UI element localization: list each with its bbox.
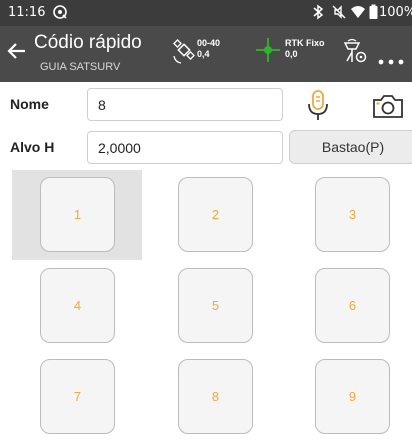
more-options-icon[interactable]: [378, 52, 406, 70]
gps-crosshair-icon[interactable]: [254, 36, 282, 69]
bluetooth-icon: [312, 4, 324, 23]
name-input[interactable]: [87, 88, 283, 121]
microphone-icon[interactable]: [306, 89, 330, 128]
keypad-cell-7[interactable]: 7: [12, 352, 142, 442]
wifi-icon: [350, 4, 366, 23]
location-icon: [52, 4, 68, 23]
status-bar: 11:16 100%: [0, 0, 412, 26]
code-key-1[interactable]: 1: [40, 177, 115, 252]
app-bar: Códio rápido GUIA SATSURV 00-40 0,4 RTK …: [0, 26, 412, 82]
code-key-7[interactable]: 7: [40, 359, 115, 434]
keypad-cell-1[interactable]: 1: [12, 170, 142, 260]
keypad-cell-2[interactable]: 2: [150, 170, 280, 260]
code-key-9[interactable]: 9: [315, 359, 390, 434]
keypad-cell-8[interactable]: 8: [150, 352, 280, 442]
battery-icon: [369, 4, 378, 23]
pole-type-button[interactable]: Bastao(P): [289, 130, 412, 164]
rtk-status-label: RTK Fixo: [285, 38, 325, 48]
name-label: Nome: [10, 96, 49, 112]
code-key-2[interactable]: 2: [178, 177, 253, 252]
keypad-cell-6[interactable]: 6: [287, 261, 412, 351]
back-arrow-icon[interactable]: [6, 40, 28, 62]
satellite-count: 00-40 0,4: [197, 38, 220, 60]
rtk-status-value: 0,0: [285, 49, 298, 59]
target-height-input[interactable]: [87, 131, 283, 164]
page-subtitle: GUIA SATSURV: [40, 61, 121, 73]
status-time: 11:16: [8, 5, 46, 20]
code-key-3[interactable]: 3: [315, 177, 390, 252]
code-key-4[interactable]: 4: [40, 268, 115, 343]
satellite-count-bottom: 0,4: [197, 49, 210, 59]
keypad-cell-9[interactable]: 9: [287, 352, 412, 442]
mute-icon: [331, 4, 347, 23]
keypad-cell-4[interactable]: 4: [12, 261, 142, 351]
battery-level: 100%: [379, 5, 412, 20]
keypad-cell-3[interactable]: 3: [287, 170, 412, 260]
target-height-label: Alvo H: [10, 139, 55, 155]
code-key-6[interactable]: 6: [315, 268, 390, 343]
code-key-5[interactable]: 5: [178, 268, 253, 343]
satellite-icon[interactable]: [172, 39, 196, 70]
rtk-status: RTK Fixo 0,0: [285, 38, 325, 60]
satellite-count-top: 00-40: [197, 38, 221, 48]
keypad-cell-5[interactable]: 5: [150, 261, 280, 351]
page-title: Códio rápido: [34, 32, 142, 53]
rover-settings-icon[interactable]: [342, 38, 368, 69]
code-key-8[interactable]: 8: [178, 359, 253, 434]
camera-icon[interactable]: [372, 93, 404, 124]
